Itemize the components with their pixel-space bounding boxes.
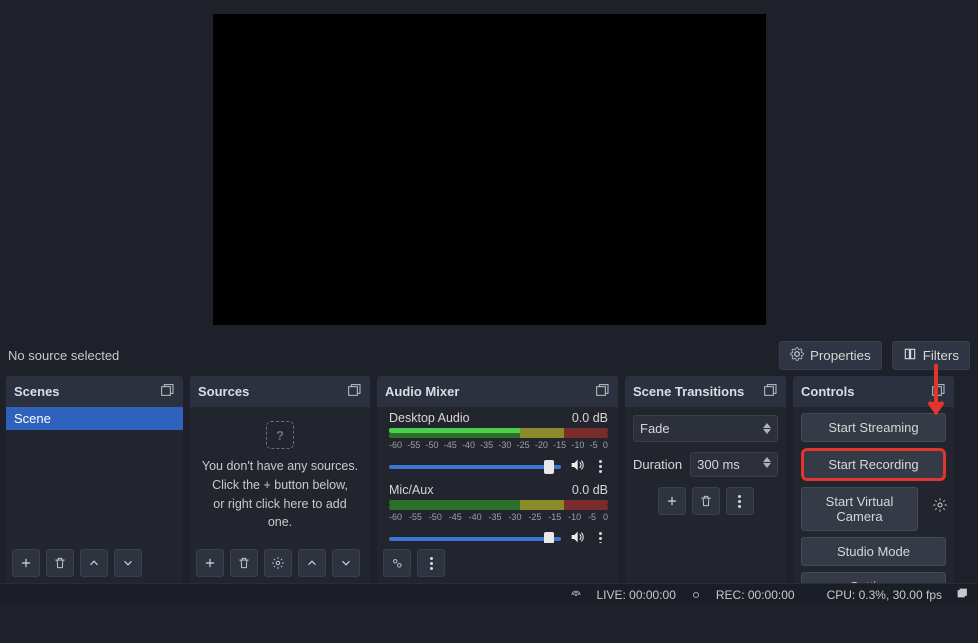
transitions-title: Scene Transitions <box>633 384 744 399</box>
duration-label: Duration <box>633 457 682 472</box>
volume-slider[interactable] <box>389 465 561 469</box>
scene-down-button[interactable] <box>114 549 142 577</box>
transitions-panel: Scene Transitions Fade Duration 300 ms <box>625 376 786 583</box>
studio-mode-button[interactable]: Studio Mode <box>801 537 946 566</box>
channel-menu-button[interactable] <box>593 528 608 543</box>
mixer-settings-button[interactable] <box>383 549 411 577</box>
sources-empty-l2: Click the + button below, <box>200 476 360 495</box>
mixer-title: Audio Mixer <box>385 384 459 399</box>
scenes-title: Scenes <box>14 384 60 399</box>
start-streaming-button[interactable]: Start Streaming <box>801 413 946 442</box>
mixer-channel-level: 0.0 dB <box>572 411 608 425</box>
sources-empty-l1: You don't have any sources. <box>200 457 360 476</box>
gear-icon <box>790 347 804 364</box>
dock-icon[interactable] <box>346 382 362 401</box>
scene-item[interactable]: Scene <box>6 407 183 430</box>
record-status-icon <box>690 589 702 601</box>
scene-up-button[interactable] <box>80 549 108 577</box>
properties-button[interactable]: Properties <box>779 341 882 370</box>
duration-value: 300 ms <box>697 457 740 472</box>
start-recording-button[interactable]: Start Recording <box>801 448 946 481</box>
source-down-button[interactable] <box>332 549 360 577</box>
audio-meter <box>389 505 608 510</box>
virtual-camera-settings-button[interactable] <box>926 497 954 516</box>
source-up-button[interactable] <box>298 549 326 577</box>
properties-label: Properties <box>810 348 871 363</box>
delete-source-button[interactable] <box>230 549 258 577</box>
status-bar: LIVE: 00:00:00 REC: 00:00:00 CPU: 0.3%, … <box>0 583 978 605</box>
filters-label: Filters <box>923 348 959 363</box>
scenes-panel: Scenes Scene <box>6 376 183 583</box>
settings-button[interactable]: Settings <box>801 572 946 583</box>
filters-icon <box>903 347 917 364</box>
add-scene-button[interactable] <box>12 549 40 577</box>
source-properties-button[interactable] <box>264 549 292 577</box>
add-source-button[interactable] <box>196 549 224 577</box>
rec-status: REC: 00:00:00 <box>716 588 795 602</box>
delete-scene-button[interactable] <box>46 549 74 577</box>
duration-input[interactable]: 300 ms <box>690 452 778 477</box>
transition-value: Fade <box>640 421 670 436</box>
transition-select[interactable]: Fade <box>633 415 778 442</box>
cpu-status: CPU: 0.3%, 30.00 fps <box>827 588 942 602</box>
sources-title: Sources <box>198 384 249 399</box>
sources-body[interactable]: ? You don't have any sources. Click the … <box>190 407 370 543</box>
dock-icon[interactable] <box>956 587 968 602</box>
audio-mixer-panel: Audio Mixer Desktop Audio 0.0 dB -60-55-… <box>377 376 618 583</box>
transition-menu-button[interactable] <box>726 487 754 515</box>
volume-slider[interactable] <box>389 537 561 541</box>
updown-icon[interactable] <box>763 457 771 472</box>
mixer-channel-level: 0.0 dB <box>572 483 608 497</box>
controls-title: Controls <box>801 384 854 399</box>
updown-icon <box>763 423 771 434</box>
annotation-arrow <box>926 362 946 429</box>
mixer-channel-name: Desktop Audio <box>389 411 470 425</box>
sources-panel: Sources ? You don't have any sources. Cl… <box>190 376 370 583</box>
speaker-icon[interactable] <box>569 529 585 543</box>
help-icon: ? <box>266 421 294 449</box>
meter-ticks: -60-55-50-45-40-35-30-25-15-10-50 <box>389 512 608 522</box>
mixer-channel-name: Mic/Aux <box>389 483 433 497</box>
speaker-icon[interactable] <box>569 457 585 476</box>
meter-ticks: -60-55-50-45-40-35-30-25-20-15-10-50 <box>389 440 608 450</box>
dock-icon[interactable] <box>594 382 610 401</box>
connection-status-icon <box>570 589 582 601</box>
controls-panel: Controls Start Streaming Start Recording… <box>793 376 954 583</box>
mixer-menu-button[interactable] <box>417 549 445 577</box>
dock-icon[interactable] <box>159 382 175 401</box>
no-source-label: No source selected <box>8 348 119 363</box>
live-status: LIVE: 00:00:00 <box>596 588 675 602</box>
audio-meter <box>389 433 608 438</box>
channel-menu-button[interactable] <box>593 456 608 477</box>
preview-canvas[interactable] <box>213 14 766 325</box>
sources-empty-l3: or right click here to add one. <box>200 495 360 533</box>
add-transition-button[interactable] <box>658 487 686 515</box>
dock-icon[interactable] <box>762 382 778 401</box>
start-virtual-camera-button[interactable]: Start Virtual Camera <box>801 487 918 531</box>
delete-transition-button[interactable] <box>692 487 720 515</box>
